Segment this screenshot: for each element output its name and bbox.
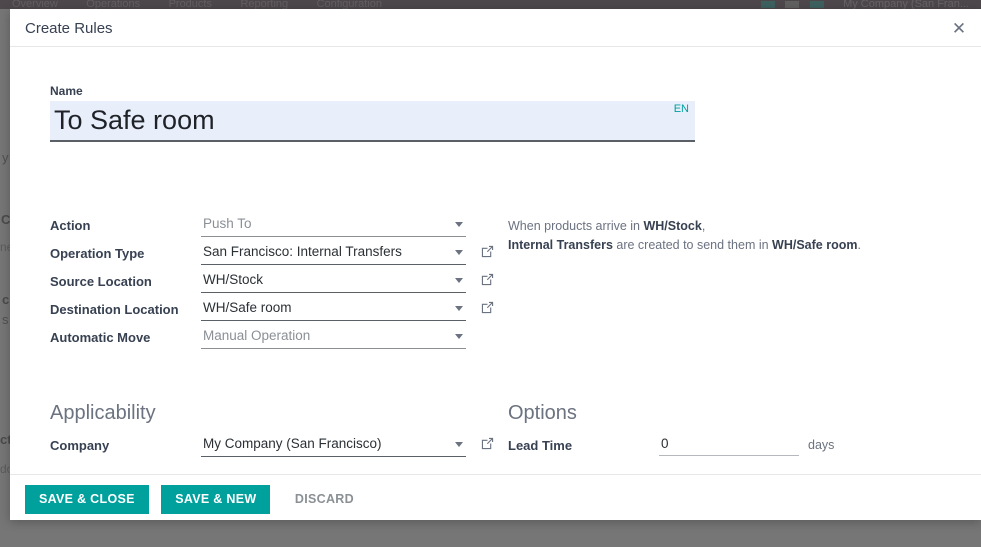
source-location-label: Source Location [50, 274, 152, 289]
close-icon[interactable]: ✕ [947, 17, 971, 41]
source-location-control[interactable] [201, 269, 466, 293]
field-row-operation-type: Operation Type [50, 241, 494, 269]
desc-pre: When products arrive in [508, 219, 644, 233]
name-input[interactable] [50, 101, 695, 140]
operation-type-label: Operation Type [50, 246, 145, 261]
options-title: Options [508, 402, 577, 424]
operation-type-input[interactable] [201, 241, 466, 263]
lead-time-label: Lead Time [508, 438, 573, 453]
field-row-action: Action [50, 213, 490, 241]
language-badge[interactable]: EN [674, 103, 689, 115]
external-link-icon[interactable] [480, 244, 495, 259]
field-row-company: Company [50, 433, 500, 459]
action-control[interactable] [201, 213, 466, 237]
rule-description-line-2: Internal Transfers are created to send t… [508, 236, 928, 255]
dialog-title: Create Rules [25, 20, 113, 37]
desc-operation-type: Internal Transfers [508, 238, 613, 252]
field-row-destination-location: Destination Location [50, 297, 494, 325]
save-and-new-button[interactable]: SAVE & NEW [161, 485, 271, 514]
field-row-lead-time: Lead Time days [508, 433, 928, 459]
company-input[interactable] [201, 433, 466, 455]
external-link-icon[interactable] [480, 436, 495, 451]
external-link-icon[interactable] [480, 272, 495, 287]
action-input[interactable] [201, 213, 466, 235]
action-label: Action [50, 218, 91, 233]
chevron-down-icon[interactable] [455, 222, 463, 227]
name-field-group: Name EN [50, 84, 695, 142]
desc-comma: , [701, 219, 706, 233]
rule-description-text: When products arrive in WH/Stock, Intern… [508, 217, 928, 255]
rule-description-line-1: When products arrive in WH/Stock, [508, 217, 928, 236]
lead-time-input[interactable] [659, 433, 799, 454]
field-row-automatic-move: Automatic Move [50, 325, 490, 353]
chevron-down-icon[interactable] [455, 306, 463, 311]
destination-location-label: Destination Location [50, 302, 179, 317]
discard-button[interactable]: DISCARD [283, 485, 366, 514]
destination-location-control[interactable] [201, 297, 466, 321]
dialog-body: Name EN Action Operation Type [10, 47, 981, 474]
desc-source-location: WH/Stock [643, 219, 702, 233]
chevron-down-icon[interactable] [455, 278, 463, 283]
source-location-input[interactable] [201, 269, 466, 291]
automatic-move-control[interactable] [201, 325, 466, 349]
chevron-down-icon[interactable] [455, 250, 463, 255]
save-and-close-button[interactable]: SAVE & CLOSE [25, 485, 149, 514]
desc-period: . [857, 238, 861, 252]
field-row-source-location: Source Location [50, 269, 494, 297]
chevron-down-icon[interactable] [455, 334, 463, 339]
operation-type-control[interactable] [201, 241, 466, 265]
create-rules-dialog: Create Rules ✕ Name EN Action Operation … [10, 9, 981, 520]
options-section: Options Lead Time days [508, 402, 928, 459]
lead-time-unit: days [808, 438, 835, 452]
desc-mid: are created to send them in [612, 238, 773, 252]
external-link-icon[interactable] [480, 300, 495, 315]
dialog-header: Create Rules ✕ [10, 9, 981, 47]
destination-location-input[interactable] [201, 297, 466, 319]
automatic-move-input[interactable] [201, 325, 466, 347]
dialog-footer: SAVE & CLOSE SAVE & NEW DISCARD [10, 474, 981, 520]
applicability-section: Applicability Company [50, 402, 500, 459]
name-label: Name [50, 84, 83, 98]
company-label: Company [50, 438, 110, 453]
desc-destination-location: WH/Safe room [772, 238, 858, 252]
name-input-wrapper: EN [50, 101, 695, 142]
automatic-move-label: Automatic Move [50, 330, 151, 345]
chevron-down-icon[interactable] [455, 442, 463, 447]
company-control[interactable] [201, 433, 466, 457]
lead-time-control[interactable] [659, 433, 799, 456]
applicability-title: Applicability [50, 402, 156, 424]
field-list: Action Operation Type Source Location [50, 213, 494, 353]
